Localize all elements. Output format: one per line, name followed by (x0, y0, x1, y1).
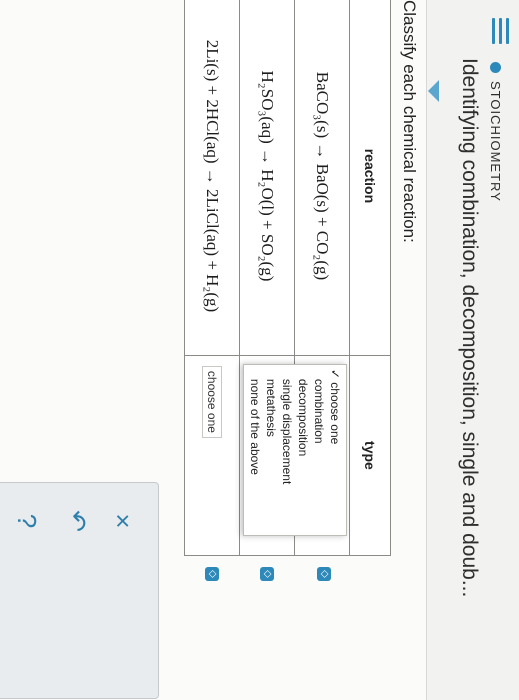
dropdown-option[interactable]: decomposition (295, 365, 311, 535)
collapse-chevron-icon[interactable] (428, 80, 439, 102)
dropdown-chevron-icon[interactable]: ◇ (205, 567, 219, 581)
dropdown-option[interactable]: none of the above (247, 365, 263, 535)
topic-dot-icon (490, 62, 501, 73)
dropdown-chevron-icon[interactable]: ◇ (317, 567, 331, 581)
reaction-cell: H₂SO₃(aq) → H₂O(l) + SO₂(g) (239, 0, 295, 356)
instruction-text: Classify each chemical reaction: (400, 0, 419, 243)
table-header-row: reaction type (349, 0, 391, 556)
undo-button[interactable]: ↶ (61, 491, 92, 551)
dropdown-option[interactable]: combination (311, 365, 327, 535)
type-cell: choose one ◇ (184, 355, 240, 581)
help-button[interactable]: ? (11, 491, 42, 551)
reaction-cell: 2Li(s) + 2HCl(aq) → 2LiCl(aq) + H₂(g) (184, 0, 240, 356)
type-cell: ✓ choose one combination decomposition s… (243, 355, 350, 581)
topic-label: STOICHIOMETRY (488, 62, 503, 202)
type-dropdown-menu[interactable]: ✓ choose one combination decomposition s… (243, 363, 347, 536)
menu-icon[interactable] (491, 18, 513, 44)
type-select[interactable]: choose one (202, 365, 222, 438)
topic-text: STOICHIOMETRY (488, 81, 503, 202)
app-screen: STOICHIOMETRY Identifying combination, d… (0, 0, 519, 700)
table-row: 2Li(s) + 2HCl(aq) → 2LiCl(aq) + H₂(g) ch… (184, 0, 240, 581)
page-title: Identifying combination, decomposition, … (458, 58, 481, 598)
header: STOICHIOMETRY Identifying combination, d… (426, 0, 519, 700)
close-button[interactable]: × (107, 491, 138, 551)
dropdown-chevron-icon[interactable]: ◇ (260, 567, 274, 581)
type-column-header: type (349, 355, 391, 556)
reaction-column-header: reaction (349, 0, 391, 356)
reaction-cell: BaCO₃(s) → BaO(s) + CO₂(g) (294, 0, 350, 356)
reaction-table: reaction type BaCO₃(s) → BaO(s) + CO₂(g)… (184, 0, 391, 581)
dropdown-selected-option[interactable]: ✓ choose one (327, 365, 343, 535)
table-row: BaCO₃(s) → BaO(s) + CO₂(g) ✓ choose one … (243, 0, 350, 581)
photo-background: STOICHIOMETRY Identifying combination, d… (0, 0, 519, 700)
dropdown-option[interactable]: single displacement (279, 365, 295, 535)
action-panel: × ↶ ? (0, 482, 159, 699)
dropdown-option[interactable]: metathesis (263, 365, 279, 535)
